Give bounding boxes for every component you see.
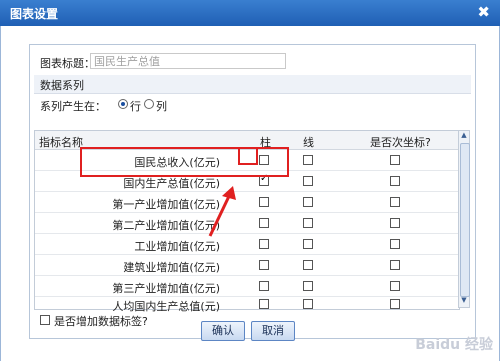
line-checkbox[interactable] [303, 176, 313, 186]
data-labels-checkbox[interactable] [40, 315, 50, 325]
radio-column-label: 列 [156, 100, 167, 113]
line-checkbox[interactable] [303, 155, 313, 165]
watermark: Baidu 经验 [415, 337, 493, 353]
col-name-header: 指标名称 [39, 136, 83, 149]
ok-button[interactable]: 确认 [201, 321, 245, 341]
secondary-checkbox[interactable] [390, 299, 400, 309]
series-section-label: 数据系列 [40, 79, 84, 92]
secondary-checkbox[interactable] [390, 239, 400, 249]
bar-checkbox[interactable] [259, 260, 269, 270]
bar-checkbox[interactable] [259, 299, 269, 309]
table-row: 建筑业增加值(亿元) [35, 255, 459, 276]
row-name: 第一产业增加值(亿元) [112, 198, 220, 211]
radio-column[interactable] [144, 99, 154, 109]
series-section-header: 数据系列 [34, 75, 471, 94]
line-checkbox[interactable] [303, 239, 313, 249]
table-row: 人均国内生产总值(元) [35, 297, 459, 313]
row-name: 第二产业增加值(亿元) [112, 219, 220, 232]
scroll-down-icon[interactable]: ▼ [459, 296, 469, 307]
scroll-thumb[interactable] [460, 143, 470, 297]
secondary-checkbox[interactable] [390, 176, 400, 186]
radio-row[interactable] [118, 99, 128, 109]
window-title: 图表设置 [10, 7, 59, 21]
secondary-checkbox[interactable] [390, 218, 400, 228]
window-titlebar: 图表设置 ✖ [0, 0, 500, 26]
scroll-up-icon[interactable]: ▲ [459, 131, 469, 142]
chart-settings-dialog: 图表标题： 国民生产总值 数据系列 系列产生在： 行 列 指标名称 柱 线 是否… [0, 26, 500, 361]
col-line-header: 线 [303, 136, 314, 149]
close-icon[interactable]: ✖ [477, 3, 490, 21]
bar-checkbox[interactable] [259, 218, 269, 228]
row-name: 第三产业增加值(亿元) [112, 282, 220, 295]
settings-panel: 图表标题： 国民生产总值 数据系列 系列产生在： 行 列 指标名称 柱 线 是否… [29, 44, 476, 339]
chart-title-label: 图表标题： [40, 57, 95, 70]
row-name: 国内生产总值(亿元) [123, 177, 220, 190]
bar-checkbox[interactable] [259, 281, 269, 291]
data-labels-label: 是否增加数据标签? [54, 315, 148, 328]
secondary-checkbox[interactable] [390, 260, 400, 270]
radio-row-label: 行 [130, 100, 141, 113]
annotation-arrow-icon [208, 186, 236, 237]
chart-title-input[interactable]: 国民生产总值 [90, 53, 286, 69]
row-name: 建筑业增加值(亿元) [123, 261, 220, 274]
annotation-checkbox-box [238, 147, 258, 165]
bar-checkbox[interactable] [259, 173, 269, 186]
secondary-checkbox[interactable] [390, 197, 400, 207]
cancel-button[interactable]: 取消 [251, 321, 295, 341]
line-checkbox[interactable] [303, 197, 313, 207]
bar-checkbox[interactable] [259, 197, 269, 207]
table-row: 第一产业增加值(亿元) [35, 192, 459, 213]
row-name: 工业增加值(亿元) [134, 240, 220, 253]
bar-checkbox[interactable] [259, 239, 269, 249]
secondary-checkbox[interactable] [390, 281, 400, 291]
table-row: 第二产业增加值(亿元) [35, 213, 459, 234]
table-row: 工业增加值(亿元) [35, 234, 459, 255]
line-checkbox[interactable] [303, 299, 313, 309]
row-name: 人均国内生产总值(元) [112, 300, 220, 313]
col-secondary-header: 是否次坐标? [370, 136, 431, 149]
grid-scrollbar[interactable]: ▲ ▼ [458, 130, 470, 308]
table-row: 第三产业增加值(亿元) [35, 276, 459, 297]
series-mode-label: 系列产生在： [40, 100, 106, 113]
line-checkbox[interactable] [303, 218, 313, 228]
line-checkbox[interactable] [303, 281, 313, 291]
secondary-checkbox[interactable] [390, 155, 400, 165]
line-checkbox[interactable] [303, 260, 313, 270]
